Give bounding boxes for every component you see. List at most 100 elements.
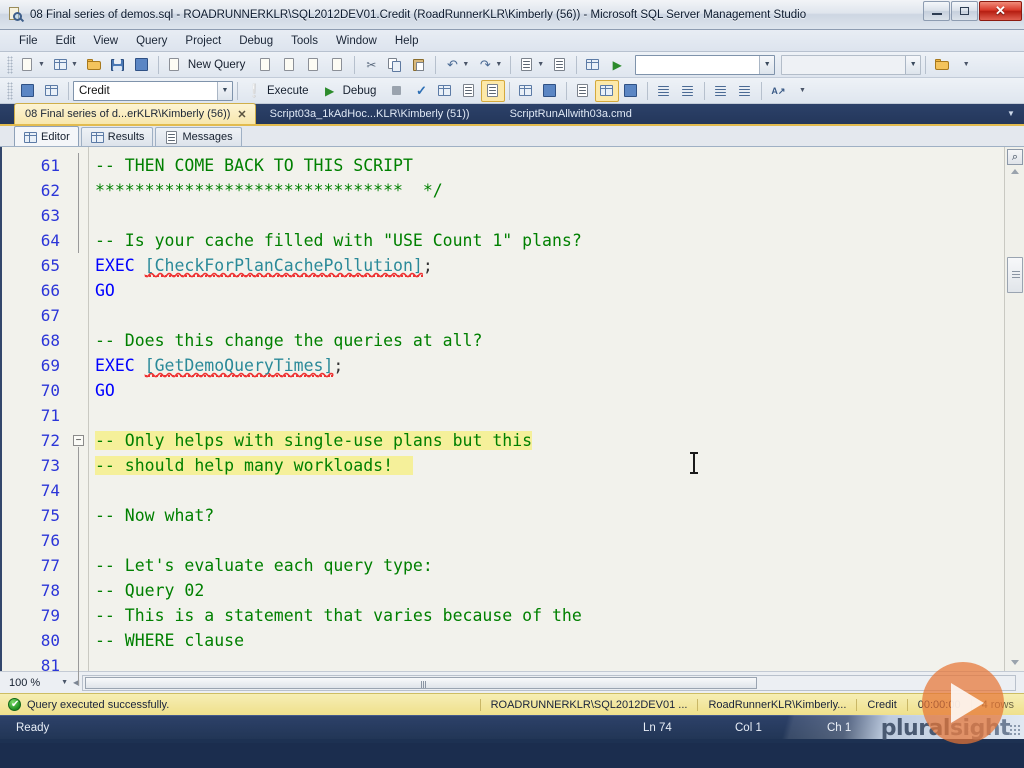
code-line[interactable]: ******************************* */ <box>89 178 1004 203</box>
code-line[interactable]: -- WHERE clause <box>89 628 1004 653</box>
save-all-button[interactable] <box>130 54 154 76</box>
code-line[interactable] <box>89 653 1004 671</box>
new-analysis-services-mdx-query-button[interactable] <box>278 54 302 76</box>
new-analysis-services-dmx-query-button[interactable] <box>302 54 326 76</box>
horizontal-scrollbar-thumb[interactable] <box>85 677 757 689</box>
horizontal-scrollbar[interactable] <box>82 675 1016 691</box>
uncomment-lines-button[interactable] <box>676 80 700 102</box>
include-client-statistics-button[interactable] <box>514 80 538 102</box>
cancel-executing-query-button[interactable] <box>385 80 409 102</box>
tab-results[interactable]: Results <box>81 127 154 146</box>
maximize-button[interactable] <box>951 1 978 21</box>
new-query-button[interactable]: New Query <box>163 54 255 76</box>
code-line[interactable]: -- Is your cache filled with "USE Count … <box>89 228 1004 253</box>
menu-item-edit[interactable]: Edit <box>47 32 85 50</box>
include-live-query-stats-button[interactable] <box>538 80 562 102</box>
connect-button[interactable] <box>16 80 40 102</box>
fold-collapse-button[interactable]: − <box>73 435 84 446</box>
database-selector[interactable]: Credit ▼ <box>73 81 233 101</box>
menu-item-window[interactable]: Window <box>327 32 386 50</box>
code-line[interactable]: -- THEN COME BACK TO THIS SCRIPT <box>89 153 1004 178</box>
split-view-icon[interactable]: ⌕ <box>1007 149 1023 165</box>
chevron-down-icon-tabs[interactable]: ▼ <box>1004 106 1018 120</box>
code-line[interactable]: -- should help many workloads! <box>89 453 1004 478</box>
menu-item-view[interactable]: View <box>84 32 127 50</box>
code-line[interactable] <box>89 303 1004 328</box>
sql-toolbar-grip[interactable] <box>7 82 13 100</box>
minimize-button[interactable] <box>923 1 950 21</box>
code-line[interactable]: -- Let's evaluate each query type: <box>89 553 1004 578</box>
code-line[interactable] <box>89 478 1004 503</box>
menu-item-project[interactable]: Project <box>176 32 230 50</box>
redo-button[interactable]: ↷▼ <box>473 54 506 76</box>
vertical-scrollbar-thumb[interactable] <box>1007 257 1023 293</box>
chevron-down-icon-db[interactable]: ▼ <box>217 82 232 100</box>
results-to-text-button[interactable] <box>571 80 595 102</box>
code-line[interactable]: EXEC [CheckForPlanCachePollution]; <box>89 253 1004 278</box>
resize-grip-icon[interactable] <box>1009 724 1021 736</box>
toolbar-overflow-button[interactable]: ▼ <box>954 54 976 76</box>
paste-button[interactable] <box>407 54 431 76</box>
scroll-up-arrow-icon[interactable] <box>1011 169 1019 174</box>
start-debug-button[interactable]: ▶ <box>605 54 629 76</box>
cut-button[interactable]: ✂ <box>359 54 383 76</box>
code-line[interactable] <box>89 203 1004 228</box>
tab-editor[interactable]: Editor <box>14 126 79 146</box>
tab-messages[interactable]: Messages <box>155 127 241 146</box>
save-button[interactable] <box>106 54 130 76</box>
new-database-engine-query-button[interactable] <box>254 54 278 76</box>
close-icon[interactable]: ✕ <box>237 108 246 121</box>
close-button[interactable]: ✕ <box>979 1 1022 21</box>
change-connection-button[interactable] <box>40 80 64 102</box>
query-options-button[interactable] <box>457 80 481 102</box>
decrease-indent-button[interactable] <box>733 80 757 102</box>
new-analysis-services-xmla-query-button[interactable] <box>326 54 350 76</box>
chevron-down-icon-zoom[interactable]: ▼ <box>61 679 68 686</box>
code-line[interactable]: -- Query 02 <box>89 578 1004 603</box>
document-tab-1[interactable]: Script03a_1kAdHoc...KLR\Kimberly (51)) <box>260 104 478 124</box>
increase-indent-button[interactable] <box>709 80 733 102</box>
menu-item-file[interactable]: File <box>10 32 47 50</box>
specify-values-for-template-parameters-button[interactable]: A↗ <box>766 80 790 102</box>
code-line[interactable]: GO <box>89 378 1004 403</box>
code-line[interactable]: -- Does this change the queries at all? <box>89 328 1004 353</box>
code-line[interactable]: EXEC [GetDemoQueryTimes]; <box>89 353 1004 378</box>
find-combo[interactable]: ▼ <box>635 55 775 75</box>
scroll-down-arrow-icon[interactable] <box>1011 660 1019 665</box>
code-line[interactable]: -- Only helps with single-use plans but … <box>89 428 1004 453</box>
chevron-down-icon-2[interactable]: ▼ <box>905 56 920 74</box>
results-to-file-button[interactable] <box>619 80 643 102</box>
menu-item-debug[interactable]: Debug <box>230 32 282 50</box>
navigate-forward-button[interactable] <box>548 54 572 76</box>
vertical-scrollbar[interactable]: ⌕ <box>1004 147 1024 671</box>
navigate-backward-button[interactable]: ▼ <box>515 54 548 76</box>
solution-explorer-button[interactable] <box>581 54 605 76</box>
debug-button[interactable]: ▶ Debug <box>318 80 386 102</box>
sql-toolbar-overflow-button[interactable]: ▼ <box>790 80 812 102</box>
code-line[interactable]: GO <box>89 278 1004 303</box>
code-line[interactable]: -- This is a statement that varies becau… <box>89 603 1004 628</box>
document-tab-2[interactable]: ScriptRunAllwith03a.cmd <box>500 104 640 124</box>
display-estimated-execution-plan-button[interactable] <box>433 80 457 102</box>
open-file-button[interactable] <box>82 54 106 76</box>
copy-button[interactable] <box>383 54 407 76</box>
results-to-grid-button[interactable] <box>595 80 619 102</box>
code-folding-column[interactable]: − <box>70 147 88 671</box>
find-in-files-combo[interactable]: ▼ <box>781 55 921 75</box>
code-line[interactable]: -- Now what? <box>89 503 1004 528</box>
menu-item-tools[interactable]: Tools <box>282 32 327 50</box>
new-item-button[interactable]: ▼ <box>49 54 82 76</box>
execute-button[interactable]: ❕ Execute <box>242 80 318 102</box>
code-line[interactable] <box>89 528 1004 553</box>
object-explorer-details-button[interactable] <box>930 54 954 76</box>
undo-button[interactable]: ↶▼ <box>440 54 473 76</box>
document-tab-active[interactable]: 08 Final series of d...erKLR\Kimberly (5… <box>14 103 256 124</box>
code-text-area[interactable]: -- THEN COME BACK TO THIS SCRIPT********… <box>88 147 1004 671</box>
toolbar-grip[interactable] <box>7 56 13 74</box>
new-project-button[interactable]: ▼ <box>16 54 49 76</box>
parse-button[interactable]: ✓ <box>409 80 433 102</box>
chevron-down-icon[interactable]: ▼ <box>759 56 774 74</box>
menu-item-help[interactable]: Help <box>386 32 428 50</box>
menu-item-query[interactable]: Query <box>127 32 176 50</box>
comment-lines-button[interactable] <box>652 80 676 102</box>
